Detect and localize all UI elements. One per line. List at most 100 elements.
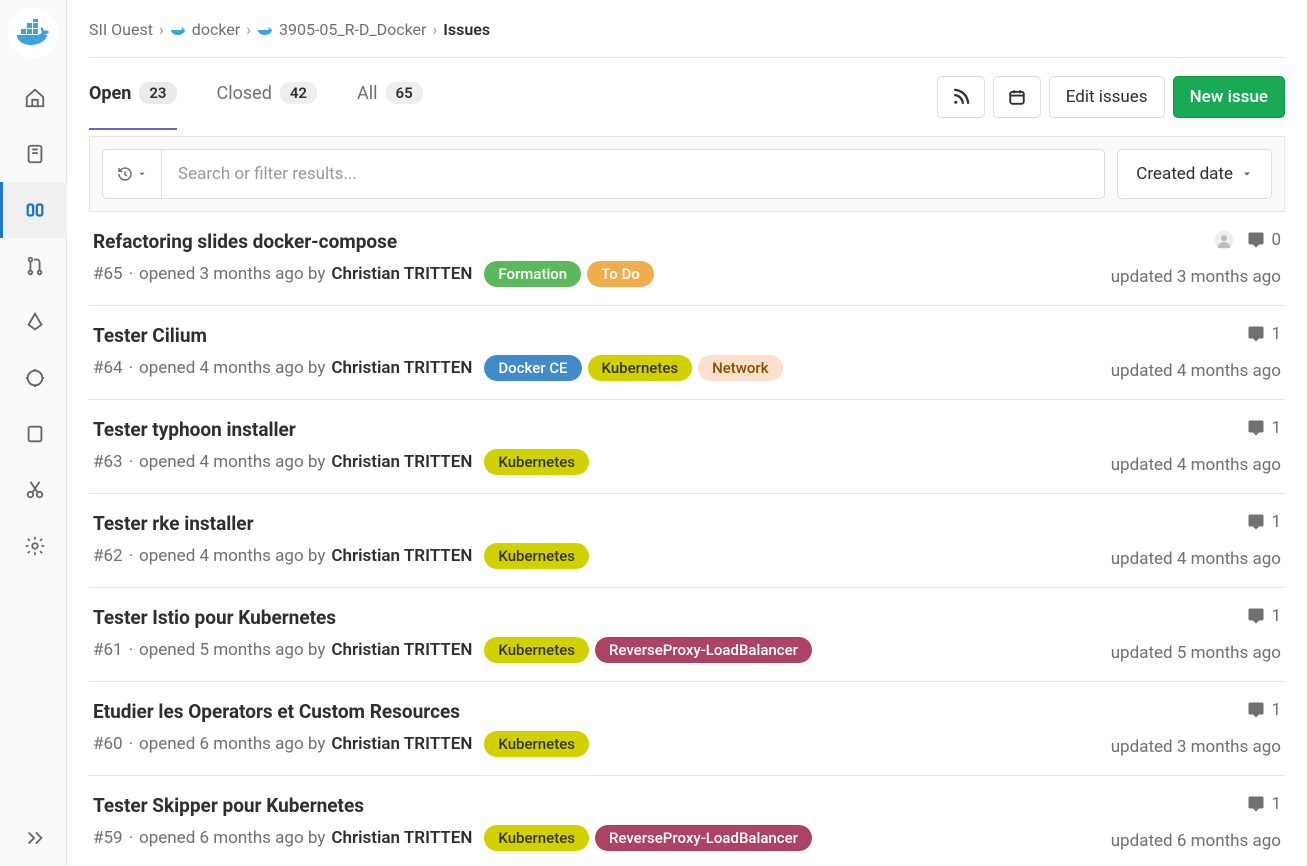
tab-open-count: 23 (139, 82, 176, 104)
issue-meta: #64 · opened 4 months ago by Christian T… (93, 355, 1061, 381)
issue-id: #59 (93, 828, 123, 848)
tab-closed-count: 42 (280, 82, 317, 104)
sort-dropdown[interactable]: Created date (1117, 149, 1272, 199)
issue-row: Tester Istio pour Kubernetes #61 · opened… (89, 588, 1285, 682)
search-history-button[interactable] (102, 149, 161, 199)
tab-all[interactable]: All 65 (357, 82, 423, 130)
label[interactable]: Kubernetes (484, 637, 589, 663)
issue-opened: opened 6 months ago by (139, 734, 325, 754)
issue-row: Etudier les Operators et Custom Resource… (89, 682, 1285, 776)
issue-title[interactable]: Etudier les Operators et Custom Resource… (93, 700, 1061, 723)
breadcrumb-project[interactable]: 3905-05_R-D_Docker (279, 20, 426, 39)
label[interactable]: Kubernetes (588, 355, 693, 381)
issue-meta: #61 · opened 5 months ago by Christian T… (93, 637, 1061, 663)
issue-title[interactable]: Tester Istio pour Kubernetes (93, 606, 1061, 629)
issue-author[interactable]: Christian TRITTEN (331, 546, 472, 566)
calendar-icon (1008, 88, 1026, 106)
history-icon (117, 166, 133, 182)
issue-opened: opened 4 months ago by (139, 546, 325, 566)
issue-id: #60 (93, 734, 123, 754)
comments-icon (1247, 419, 1265, 437)
breadcrumb-current: Issues (443, 20, 490, 39)
comments-count[interactable]: 1 (1247, 418, 1281, 438)
issue-title[interactable]: Tester Skipper pour Kubernetes (93, 794, 1061, 817)
tab-open[interactable]: Open 23 (89, 82, 177, 130)
assignee-avatar[interactable] (1215, 231, 1233, 249)
nav-ci-cd[interactable] (0, 294, 67, 350)
comments-icon (1247, 325, 1265, 343)
breadcrumb-group[interactable]: docker (192, 20, 240, 39)
issue-title[interactable]: Refactoring slides docker-compose (93, 230, 1061, 253)
comments-count[interactable]: 0 (1247, 230, 1281, 250)
tab-closed[interactable]: Closed 42 (217, 82, 318, 130)
breadcrumb: SII Ouest › docker › 3905-05_R-D_Docker … (89, 0, 1285, 58)
nav-wiki[interactable] (0, 406, 67, 462)
label[interactable]: Formation (484, 261, 581, 287)
issue-labels: Kubernetes (484, 731, 589, 757)
issue-updated: updated 4 months ago (1111, 455, 1281, 475)
issue-author[interactable]: Christian TRITTEN (331, 828, 472, 848)
nav-collapse[interactable] (0, 810, 67, 866)
issue-author[interactable]: Christian TRITTEN (331, 264, 472, 284)
issue-updated: updated 6 months ago (1111, 831, 1281, 851)
edit-issues-button[interactable]: Edit issues (1049, 76, 1165, 118)
nav-operations[interactable] (0, 350, 67, 406)
comments-count[interactable]: 1 (1247, 606, 1281, 626)
label[interactable]: Docker CE (484, 355, 581, 381)
docker-icon (170, 22, 186, 38)
label[interactable]: ReverseProxy-LoadBalancer (595, 825, 812, 851)
nav-settings[interactable] (0, 518, 67, 574)
issues-list: Refactoring slides docker-compose#65 · o… (89, 212, 1285, 866)
rss-button[interactable] (937, 76, 985, 118)
comments-icon (1247, 607, 1265, 625)
issue-labels: KubernetesReverseProxy-LoadBalancer (484, 825, 812, 851)
issue-row: Tester Cilium #64 · opened 4 months ago b… (89, 306, 1285, 400)
label[interactable]: Network (698, 355, 782, 381)
tab-closed-label: Closed (217, 83, 272, 104)
sort-label: Created date (1136, 164, 1233, 184)
chevron-down-icon (137, 169, 147, 179)
new-issue-button[interactable]: New issue (1173, 76, 1285, 118)
issue-id: #64 (93, 358, 123, 378)
issue-row: Refactoring slides docker-compose#65 · o… (89, 212, 1285, 306)
calendar-button[interactable] (993, 76, 1041, 118)
issue-meta: #63 · opened 4 months ago by Christian T… (93, 449, 1061, 475)
comments-icon (1247, 795, 1265, 813)
issue-title[interactable]: Tester Cilium (93, 324, 1061, 347)
issue-labels: Docker CE KubernetesNetwork (484, 355, 782, 381)
tab-all-count: 65 (386, 82, 423, 104)
label[interactable]: Kubernetes (484, 825, 589, 851)
issue-title[interactable]: Tester rke installer (93, 512, 1061, 535)
tab-all-label: All (357, 83, 378, 104)
comments-count[interactable]: 1 (1247, 700, 1281, 720)
issue-updated: updated 4 months ago (1111, 549, 1281, 569)
issue-updated: updated 3 months ago (1111, 737, 1281, 757)
breadcrumb-root[interactable]: SII Ouest (89, 20, 153, 39)
issue-author[interactable]: Christian TRITTEN (331, 734, 472, 754)
label[interactable]: Kubernetes (484, 731, 589, 757)
issue-opened: opened 4 months ago by (139, 452, 325, 472)
issue-author[interactable]: Christian TRITTEN (331, 452, 472, 472)
issue-meta: #62 · opened 4 months ago by Christian T… (93, 543, 1061, 569)
nav-merge-requests[interactable] (0, 238, 67, 294)
nav-issues[interactable] (0, 182, 67, 238)
issue-title[interactable]: Tester typhoon installer (93, 418, 1061, 441)
label[interactable]: ReverseProxy-LoadBalancer (595, 637, 812, 663)
issue-id: #63 (93, 452, 123, 472)
label[interactable]: Kubernetes (484, 543, 589, 569)
issue-labels: KubernetesReverseProxy-LoadBalancer (484, 637, 812, 663)
breadcrumb-separator: › (159, 20, 164, 39)
project-logo[interactable] (8, 8, 58, 58)
comments-count[interactable]: 1 (1247, 512, 1281, 532)
comments-count[interactable]: 1 (1247, 324, 1281, 344)
issue-author[interactable]: Christian TRITTEN (331, 640, 472, 660)
comments-count[interactable]: 1 (1247, 794, 1281, 814)
chevron-down-icon (1241, 168, 1253, 180)
issue-author[interactable]: Christian TRITTEN (331, 358, 472, 378)
nav-snippets[interactable] (0, 462, 67, 518)
label[interactable]: Kubernetes (484, 449, 589, 475)
nav-repository[interactable] (0, 126, 67, 182)
nav-home[interactable] (0, 70, 67, 126)
search-input[interactable] (161, 149, 1105, 199)
label[interactable]: To Do (587, 261, 654, 287)
